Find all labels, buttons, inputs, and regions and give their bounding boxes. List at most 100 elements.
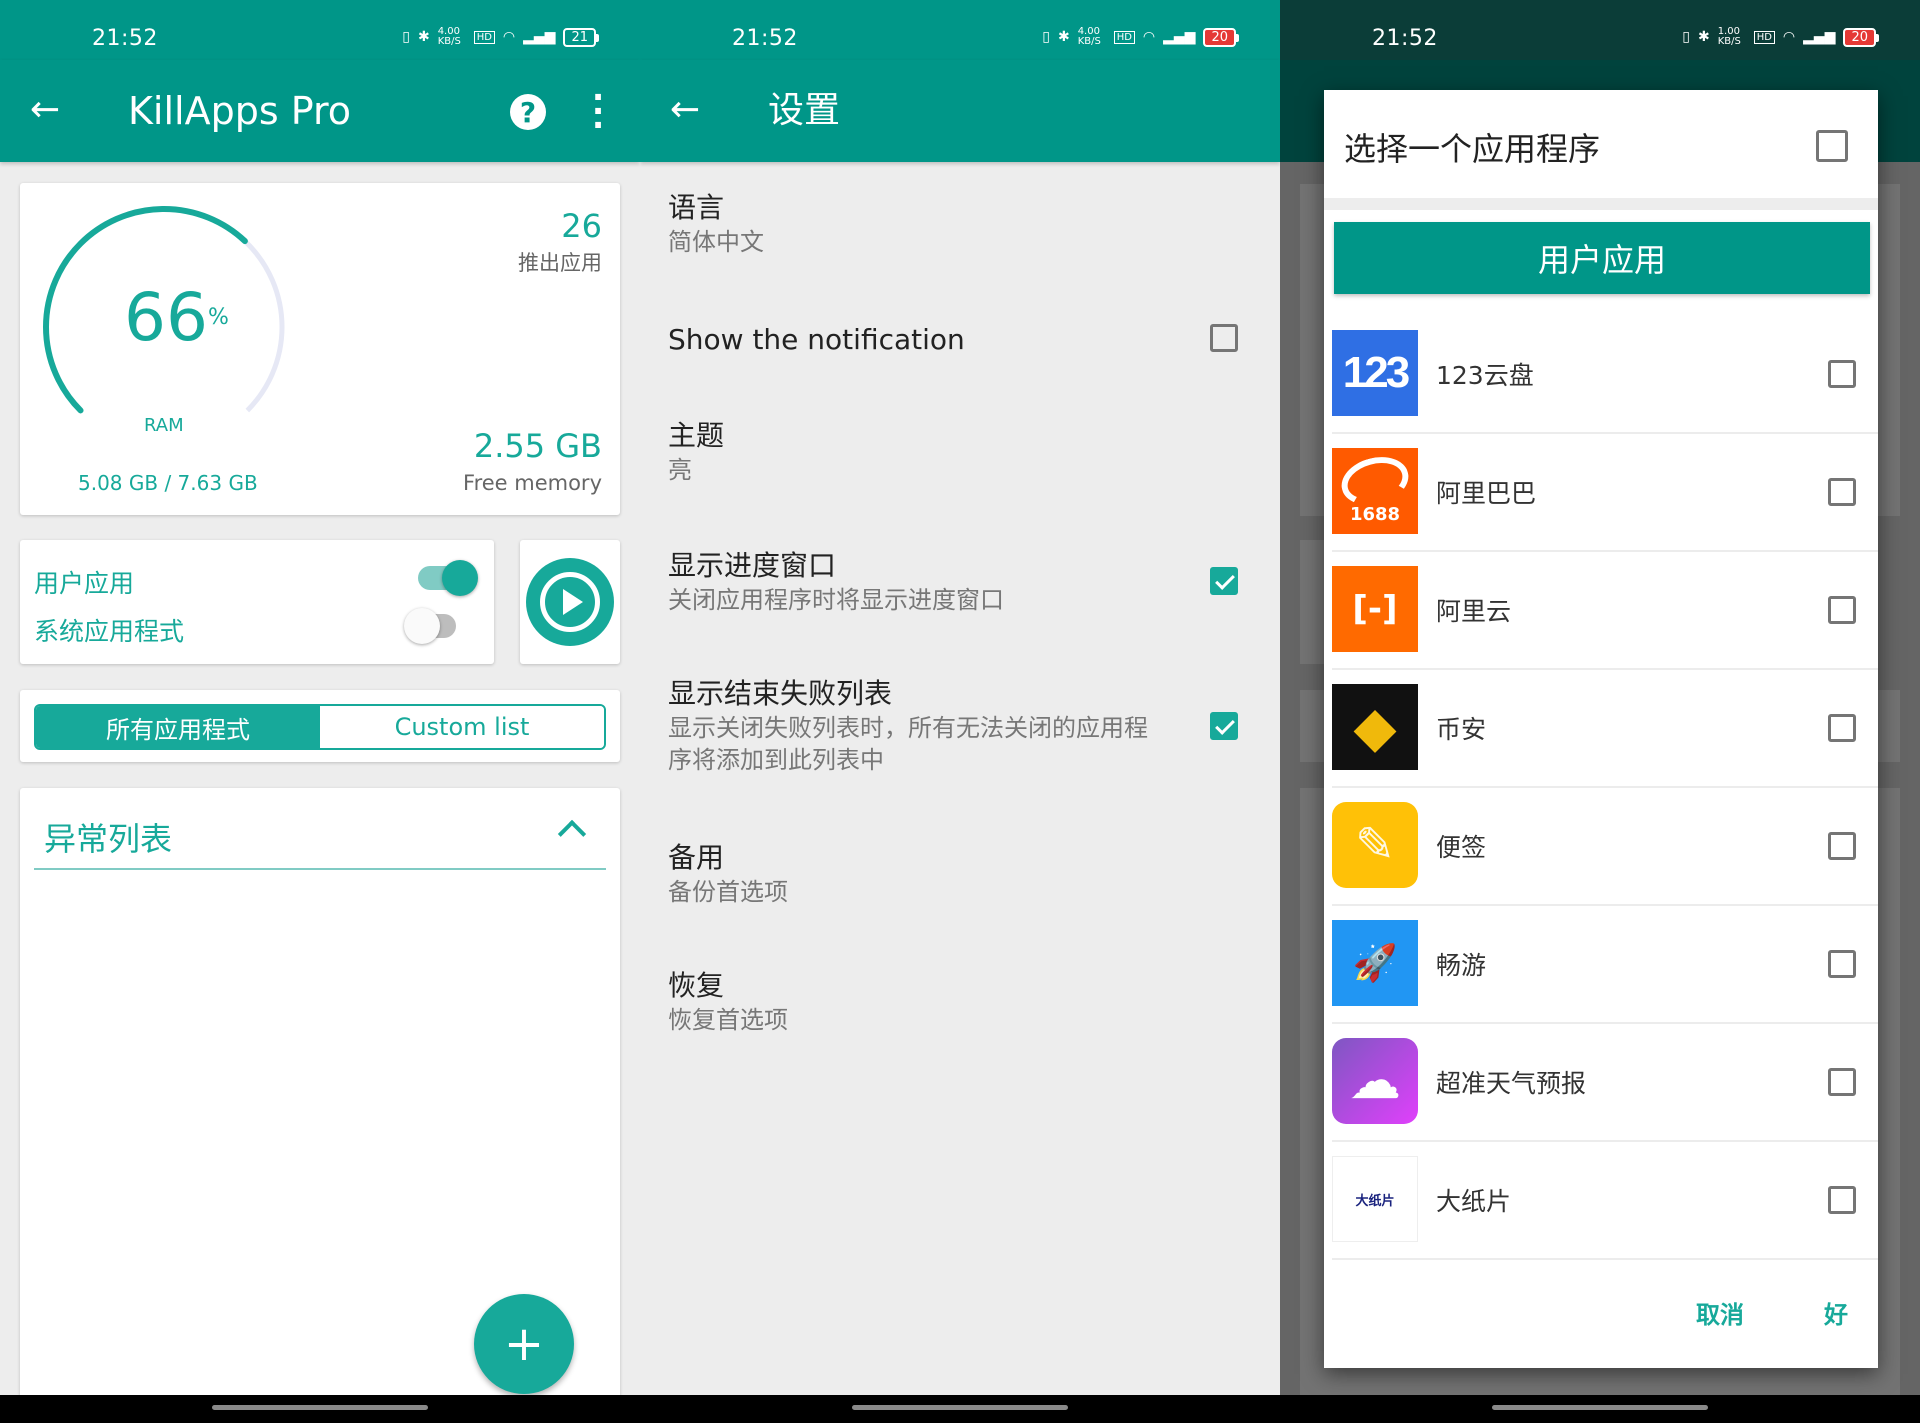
exception-list-divider [34,868,606,870]
status-bar: 21:52 ▯ ✱ 1.00 KB/S HD ◠ ▂▄▆ 20 [1280,0,1920,60]
list-item[interactable]: 123 123云盘 [1332,316,1878,434]
help-icon[interactable]: ? [510,94,546,130]
status-bar: 21:52 ▯ ✱ 4.00 KB/S HD ◠ ▂▄▆ 21 [0,0,640,60]
user-apps-switch[interactable] [418,560,478,596]
pref-title: Show the notification [668,323,965,356]
status-icons: ▯ ✱ 4.00 KB/S HD ◠ ▂▄▆ 21 [402,26,599,47]
app-picker-dialog: 选择一个应用程序 用户应用 123 123云盘 1688 阿里巴巴 [-] 阿里… [1324,90,1878,1368]
ok-button[interactable]: 好 [1824,1295,1848,1330]
pref-title: 语言 [668,191,725,224]
system-apps-switch-knob [404,608,440,644]
pref-show-progress[interactable]: 显示进度窗口 关闭应用程序时将显示进度窗口 [668,548,1004,616]
add-fab-button[interactable]: + [474,1294,574,1394]
app-aliyun-icon: [-] [1332,566,1418,652]
app-checkbox[interactable] [1828,596,1856,624]
status-time: 21:52 [1372,26,1438,51]
ram-used-total: 5.08 GB / 7.63 GB [78,471,258,495]
app-name: 币安 [1436,715,1487,744]
pref-theme[interactable]: 主题 亮 [668,418,724,486]
dialog-title: 选择一个应用程序 [1344,130,1601,168]
battery-icon: 20 [1843,27,1879,47]
back-arrow-icon[interactable]: ← [30,90,60,130]
ram-percent-unit: % [207,305,229,330]
list-item[interactable]: ◆ 币安 [1332,670,1878,788]
filter-card: 所有应用程式 Custom list [20,690,620,762]
app-checkbox[interactable] [1828,832,1856,860]
list-item[interactable]: 大纸片 大纸片 [1332,1142,1878,1260]
app-alibaba-icon: 1688 [1332,448,1418,534]
pref-show-notification[interactable]: Show the notification [668,322,965,358]
home-gesture-pill[interactable] [852,1405,1068,1410]
play-button[interactable] [526,558,614,646]
nav-bar [0,1395,640,1423]
wifi-icon: ◠ [1782,29,1796,45]
pref-title: 显示结束失败列表 [668,677,893,710]
pref-language[interactable]: 语言 简体中文 [668,190,764,258]
pref-summary: 备份首选项 [668,878,788,906]
app-checkbox[interactable] [1828,714,1856,742]
app-icon-glyph: ◆ [1353,694,1397,760]
pref-summary-line-1: 显示关闭失败列表时，所有无法关闭的应用程 [668,714,1148,742]
collapse-chevron-icon[interactable] [557,819,587,849]
home-gesture-pill[interactable] [212,1405,428,1410]
pref-summary: 简体中文 [668,228,764,256]
app-icon-glyph: ☁ [1349,1051,1401,1111]
alibaba-swoosh-icon [1336,449,1414,512]
signal-icon: ▂▄▆ [523,29,556,45]
select-all-checkbox[interactable] [1816,130,1848,162]
app-checkbox[interactable] [1828,950,1856,978]
toggle-label-user-apps: 用户应用 [34,569,135,598]
free-memory-label: Free memory [463,471,602,495]
more-vert-icon[interactable]: · · · [592,81,604,141]
app-checkbox[interactable] [1828,360,1856,388]
system-apps-switch[interactable] [404,608,456,644]
list-item[interactable]: [-] 阿里云 [1332,552,1878,670]
pref-restore[interactable]: 恢复 恢复首选项 [668,968,788,1036]
app-name: 畅游 [1436,951,1487,980]
app-icon-glyph: [-] [1352,589,1398,629]
pref-summary-line-2: 序将添加到此列表中 [668,746,884,774]
app-notes-icon: ✎ [1332,802,1418,888]
app-bar: ← KillApps Pro ? · · · [0,60,640,162]
app-icon-glyph: 大纸片 [1355,1193,1395,1209]
nav-bar [1280,1395,1920,1423]
show-notification-checkbox[interactable] [1210,324,1238,352]
app-checkbox[interactable] [1828,1068,1856,1096]
pref-backup[interactable]: 备用 备份首选项 [668,840,788,908]
signal-icon: ▂▄▆ [1163,29,1196,45]
wifi-icon: ◠ [502,29,516,45]
cancel-button[interactable]: 取消 [1696,1295,1744,1330]
app-checkbox[interactable] [1828,478,1856,506]
app-name: 超准天气预报 [1436,1069,1587,1098]
app-icon-glyph: 1688 [1349,503,1401,525]
status-time: 21:52 [732,26,798,51]
app-checkbox[interactable] [1828,1186,1856,1214]
toggles-card: 用户应用 系统应用程式 [20,540,494,664]
pref-summary: 关闭应用程序时将显示进度窗口 [668,586,1004,614]
tab-user-apps[interactable]: 用户应用 [1334,222,1870,294]
app-bar: ← 设置 [640,60,1280,162]
list-item[interactable]: ✎ 便签 [1332,788,1878,906]
show-failure-list-checkbox[interactable] [1210,712,1238,740]
hd-badge: HD [1113,30,1135,44]
pref-show-failure-list[interactable]: 显示结束失败列表 显示关闭失败列表时，所有无法关闭的应用程 序将添加到此列表中 [668,676,1148,776]
phone-settings: 21:52 ▯ ✱ 4.00 KB/S HD ◠ ▂▄▆ 20 ← 设置 语言 … [640,0,1280,1423]
ram-percent: 66% [124,283,229,353]
home-gesture-pill[interactable] [1492,1405,1708,1410]
list-item[interactable]: 🚀 畅游 [1332,906,1878,1024]
net-speed: 4.00 KB/S [437,26,461,47]
killed-count: 26 [561,207,602,245]
list-item[interactable]: ☁ 超准天气预报 [1332,1024,1878,1142]
back-arrow-icon[interactable]: ← [670,90,700,130]
show-progress-checkbox[interactable] [1210,567,1238,595]
pref-title: 恢复 [668,969,725,1002]
segment-all-apps[interactable]: 所有应用程式 [36,706,320,748]
battery-icon: 20 [1203,27,1239,47]
status-bar: 21:52 ▯ ✱ 4.00 KB/S HD ◠ ▂▄▆ 20 [640,0,1280,60]
pref-summary: 恢复首选项 [668,1006,788,1034]
list-item[interactable]: 1688 阿里巴巴 [1332,434,1878,552]
screenshot-collage: 21:52 ▯ ✱ 4.00 KB/S HD ◠ ▂▄▆ 21 ← KillAp… [0,0,1920,1423]
user-apps-switch-knob [442,560,478,596]
segment-custom-list[interactable]: Custom list [320,706,604,748]
signal-icon: ▂▄▆ [1803,29,1836,45]
